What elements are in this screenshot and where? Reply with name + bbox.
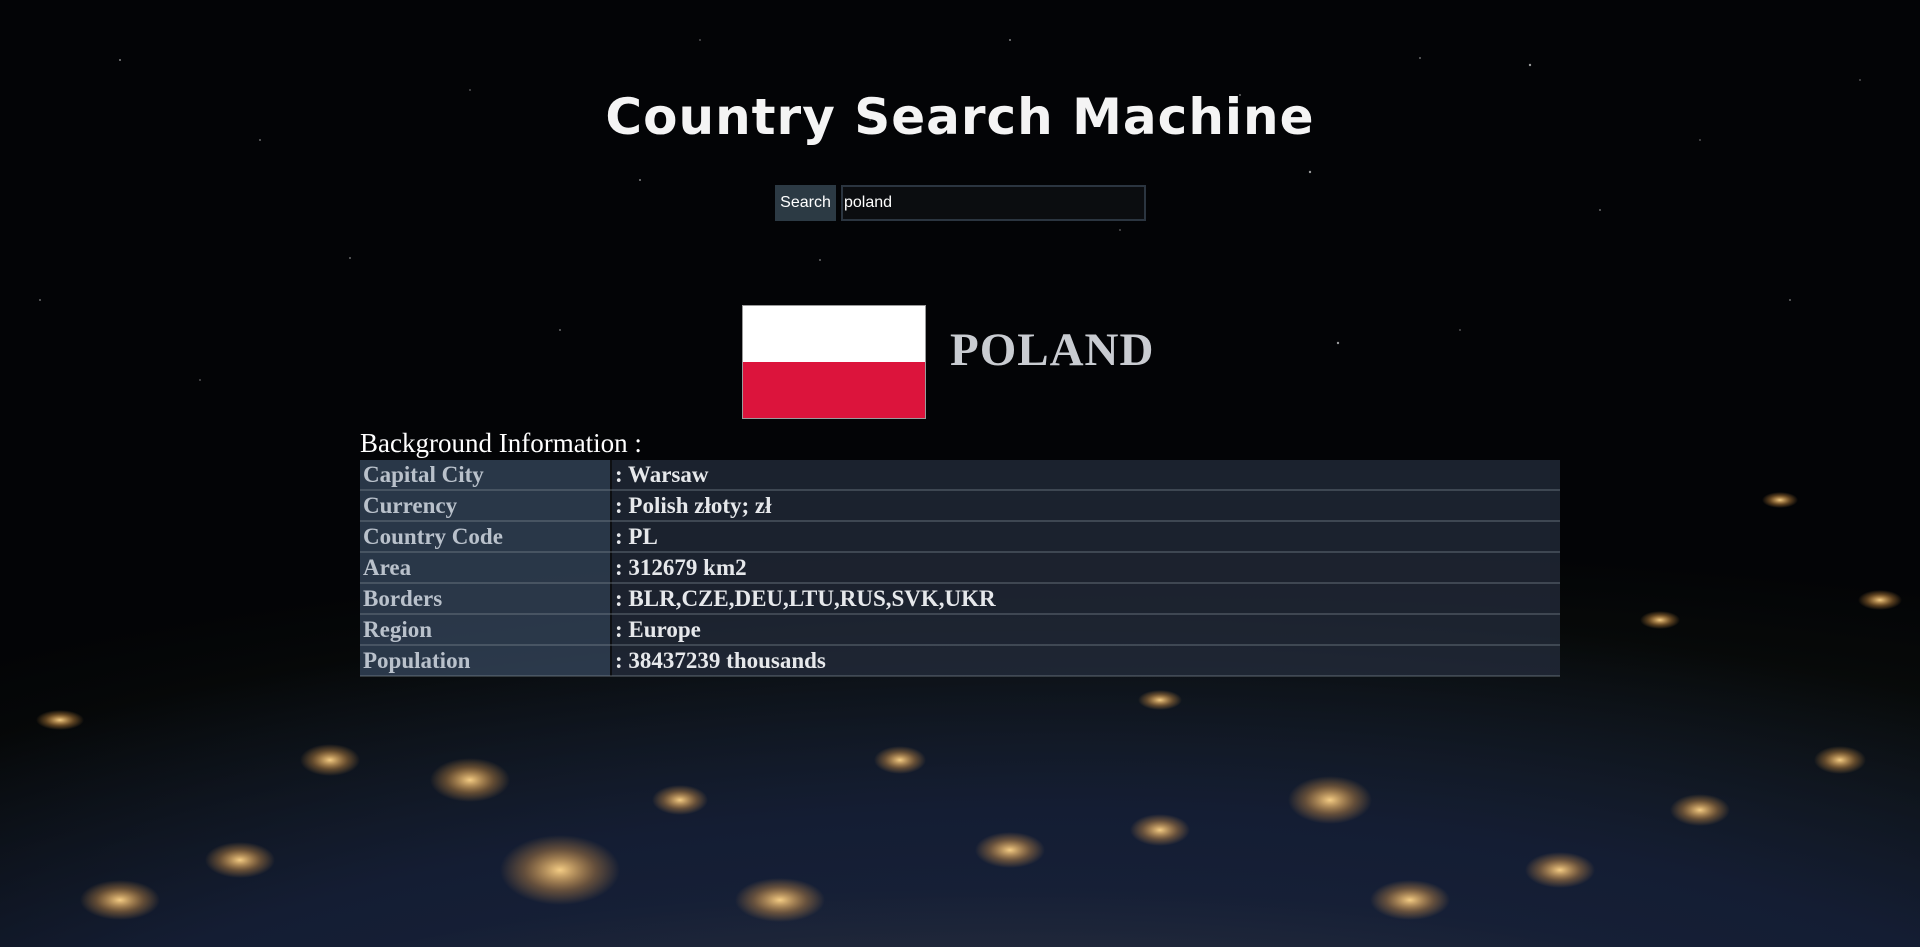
row-value: : 312679 km2 [611, 552, 1560, 584]
table-row: Population : 38437239 thousands [360, 645, 1560, 677]
row-value: : Warsaw [611, 460, 1560, 491]
row-label: Currency [360, 490, 612, 522]
row-value: : 38437239 thousands [611, 645, 1560, 677]
row-label: Capital City [360, 460, 612, 491]
row-label: Area [360, 552, 612, 584]
table-row: Capital City : Warsaw [360, 460, 1560, 491]
info-table: Capital City : Warsaw Currency : Polish … [360, 460, 1560, 677]
row-label: Country Code [360, 521, 612, 553]
flag-red-stripe [743, 362, 925, 418]
search-button[interactable]: Search [775, 185, 836, 221]
table-row: Region : Europe [360, 614, 1560, 646]
row-label: Population [360, 645, 612, 677]
table-row: Area : 312679 km2 [360, 552, 1560, 584]
country-flag [742, 305, 926, 419]
table-row: Borders : BLR,CZE,DEU,LTU,RUS,SVK,UKR [360, 583, 1560, 615]
row-label: Region [360, 614, 612, 646]
row-label: Borders [360, 583, 612, 615]
search-bar: Search [775, 185, 1146, 221]
row-value: : BLR,CZE,DEU,LTU,RUS,SVK,UKR [611, 583, 1560, 615]
country-name: POLAND [950, 324, 1155, 376]
row-value: : PL [611, 521, 1560, 553]
search-input[interactable] [841, 185, 1146, 221]
flag-white-stripe [743, 306, 925, 362]
info-heading: Background Information : [360, 428, 642, 458]
row-value: : Polish złoty; zł [611, 490, 1560, 522]
table-row: Country Code : PL [360, 521, 1560, 553]
row-value: : Europe [611, 614, 1560, 646]
page-title: Country Search Machine [605, 88, 1315, 146]
table-row: Currency : Polish złoty; zł [360, 490, 1560, 522]
